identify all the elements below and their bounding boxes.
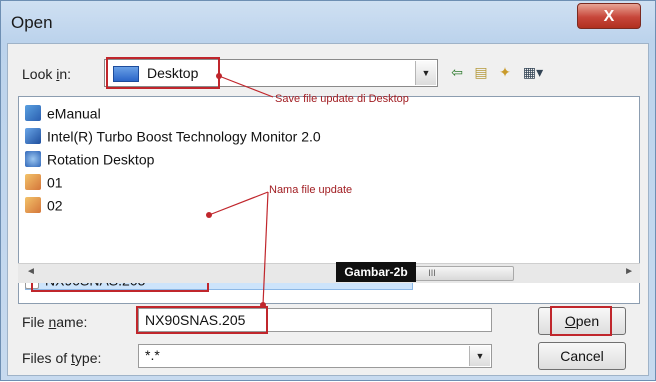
name-note-line-a xyxy=(208,191,269,216)
save-note-line xyxy=(218,75,274,98)
open-dialog: Open X Look in: Desktop ▼ ⇦ ▤ ✦ ▦▾ eManu… xyxy=(0,0,656,381)
name-note-line-b xyxy=(262,191,269,306)
name-note: Nama file update xyxy=(269,184,353,196)
name-note-dot-b xyxy=(260,302,266,308)
save-note: Save file update di Desktop xyxy=(275,93,409,105)
save-note-dot xyxy=(216,73,222,79)
name-note-dot-a xyxy=(206,212,212,218)
